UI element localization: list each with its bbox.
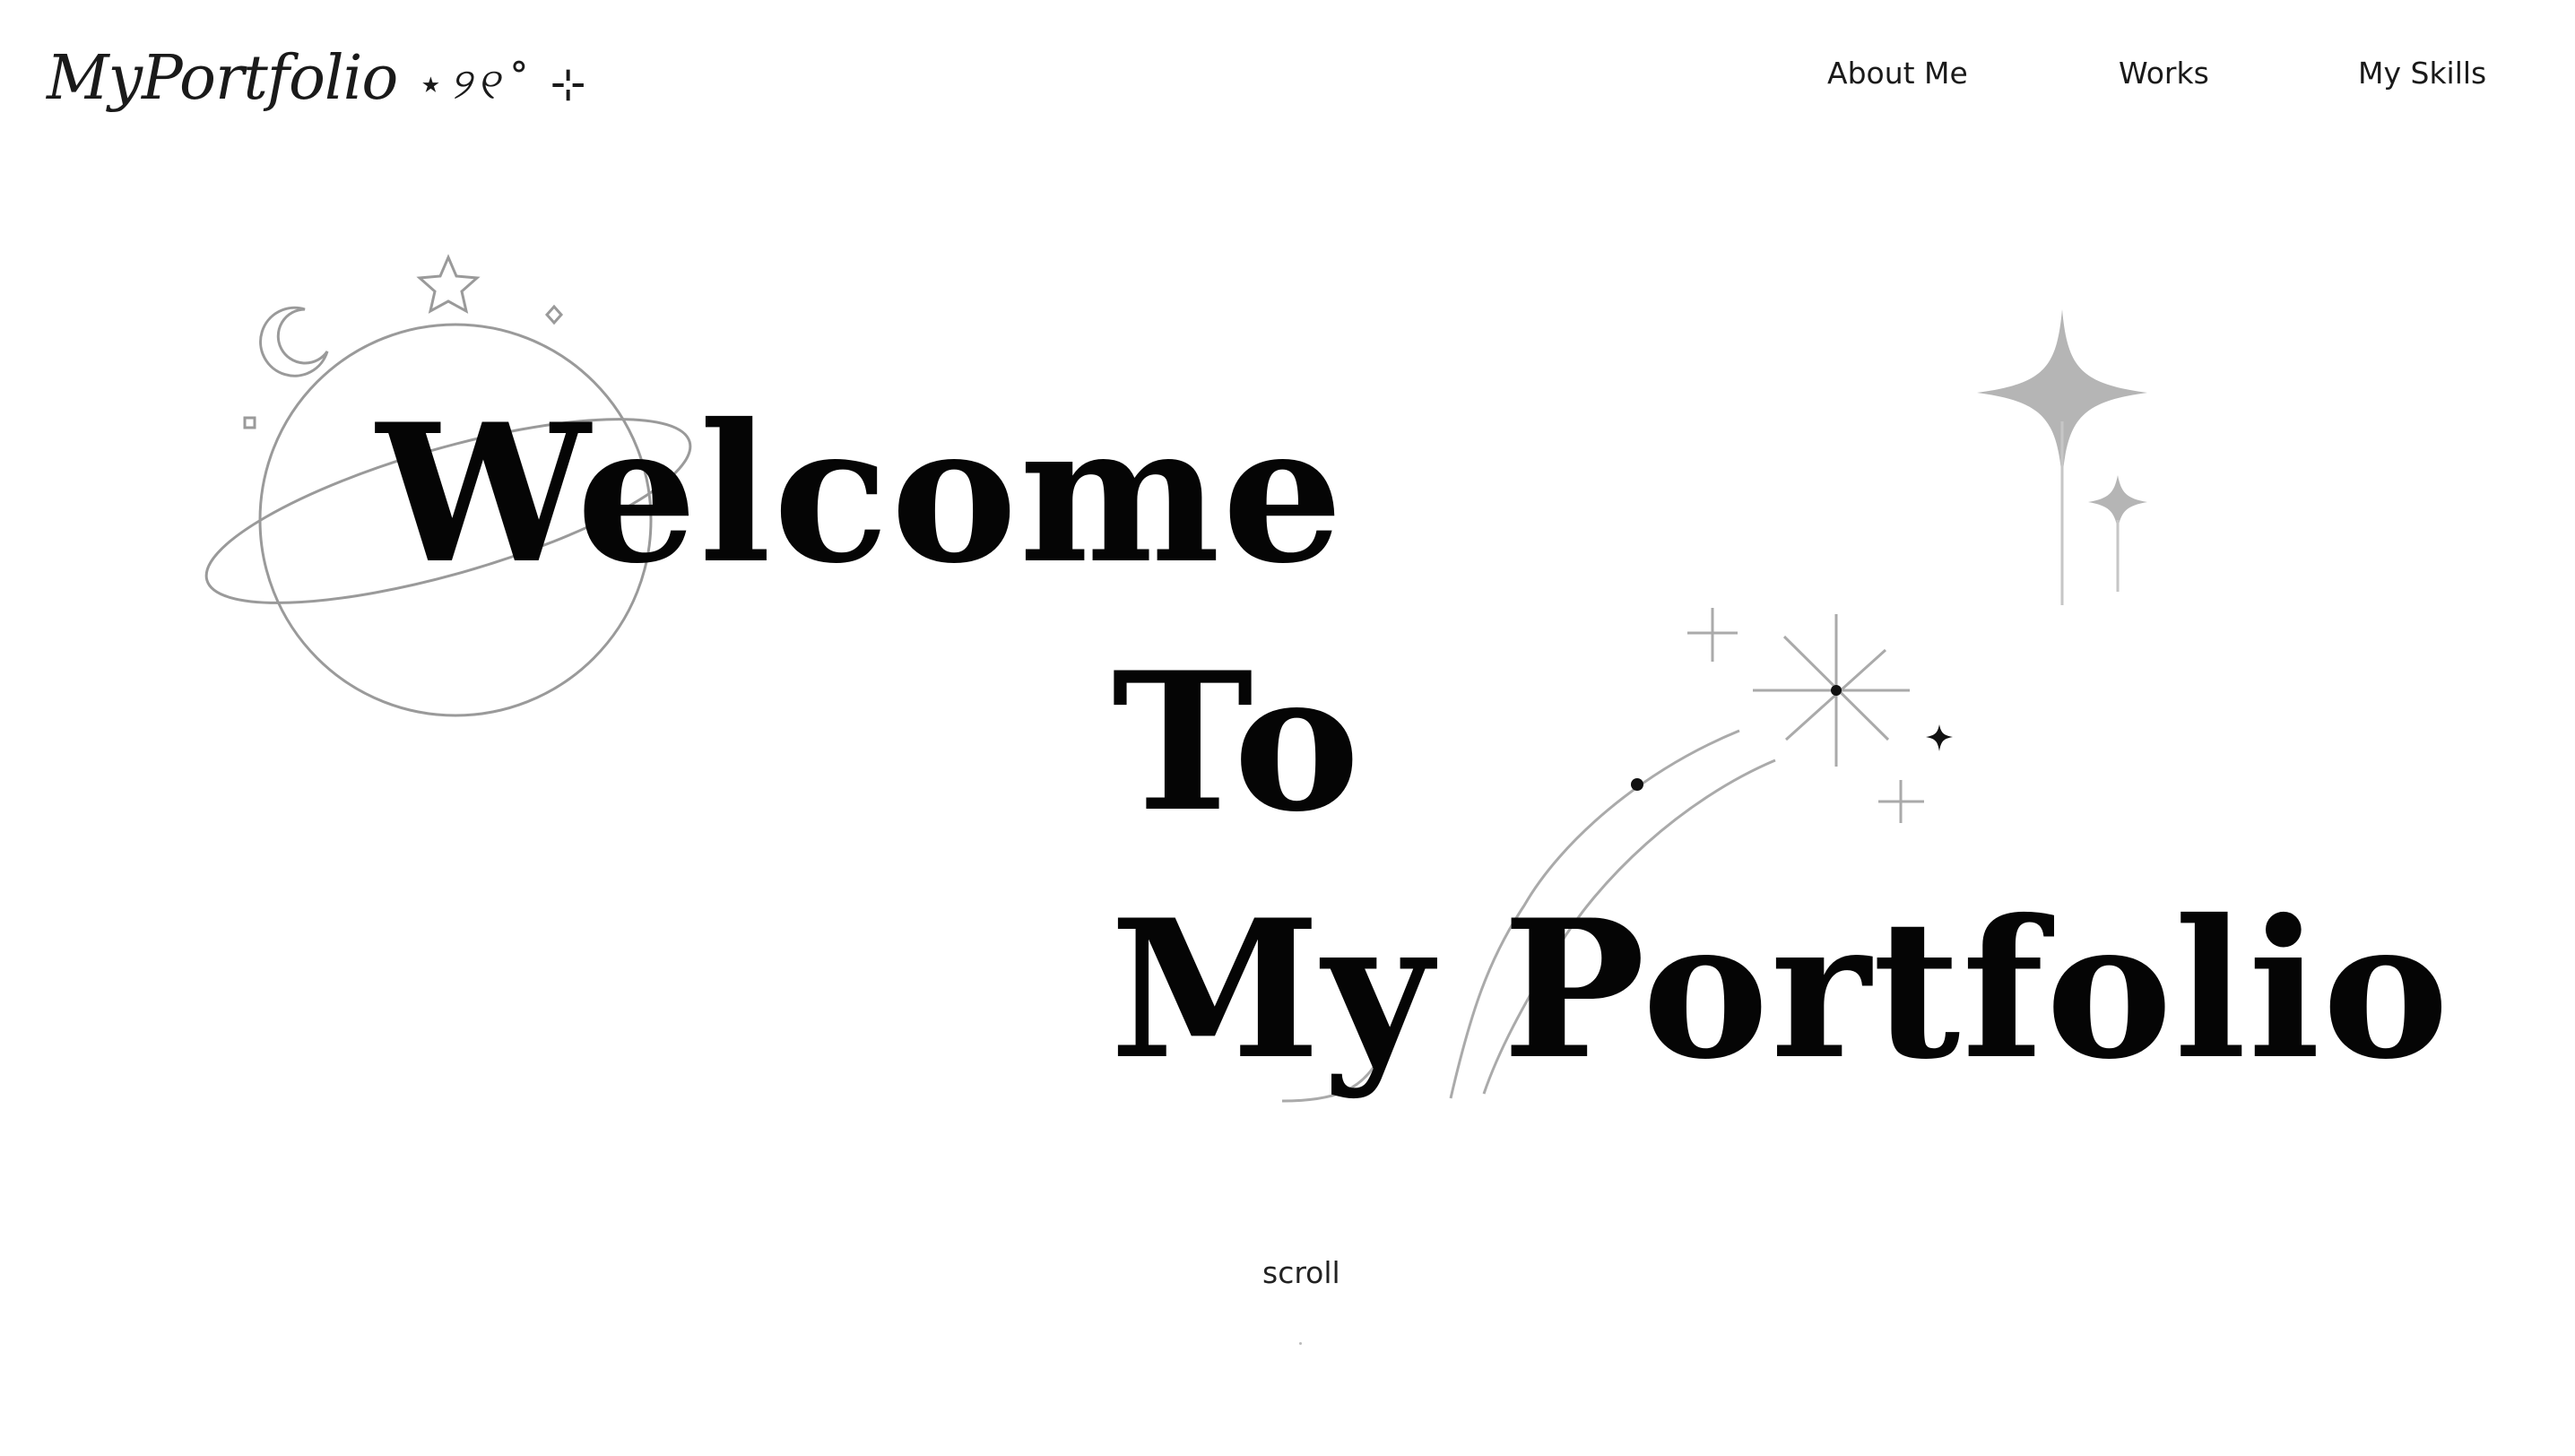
- plus-sparkle-icon: [1687, 608, 1924, 823]
- diamond-icon: [544, 304, 564, 325]
- square-icon: [243, 416, 256, 429]
- hero-title-my-portfolio: My Portfolio: [1110, 878, 2451, 1101]
- star-outline-icon: [416, 254, 481, 314]
- scroll-indicator-dot: [1299, 1342, 1302, 1345]
- hero-title-to: To: [1112, 630, 1362, 854]
- crescent-moon-icon: [259, 306, 329, 377]
- hero-title-welcome: Welcome: [377, 382, 1345, 605]
- scroll-indicator-label[interactable]: scroll: [1262, 1255, 1340, 1290]
- small-star-icon: [1926, 724, 1953, 751]
